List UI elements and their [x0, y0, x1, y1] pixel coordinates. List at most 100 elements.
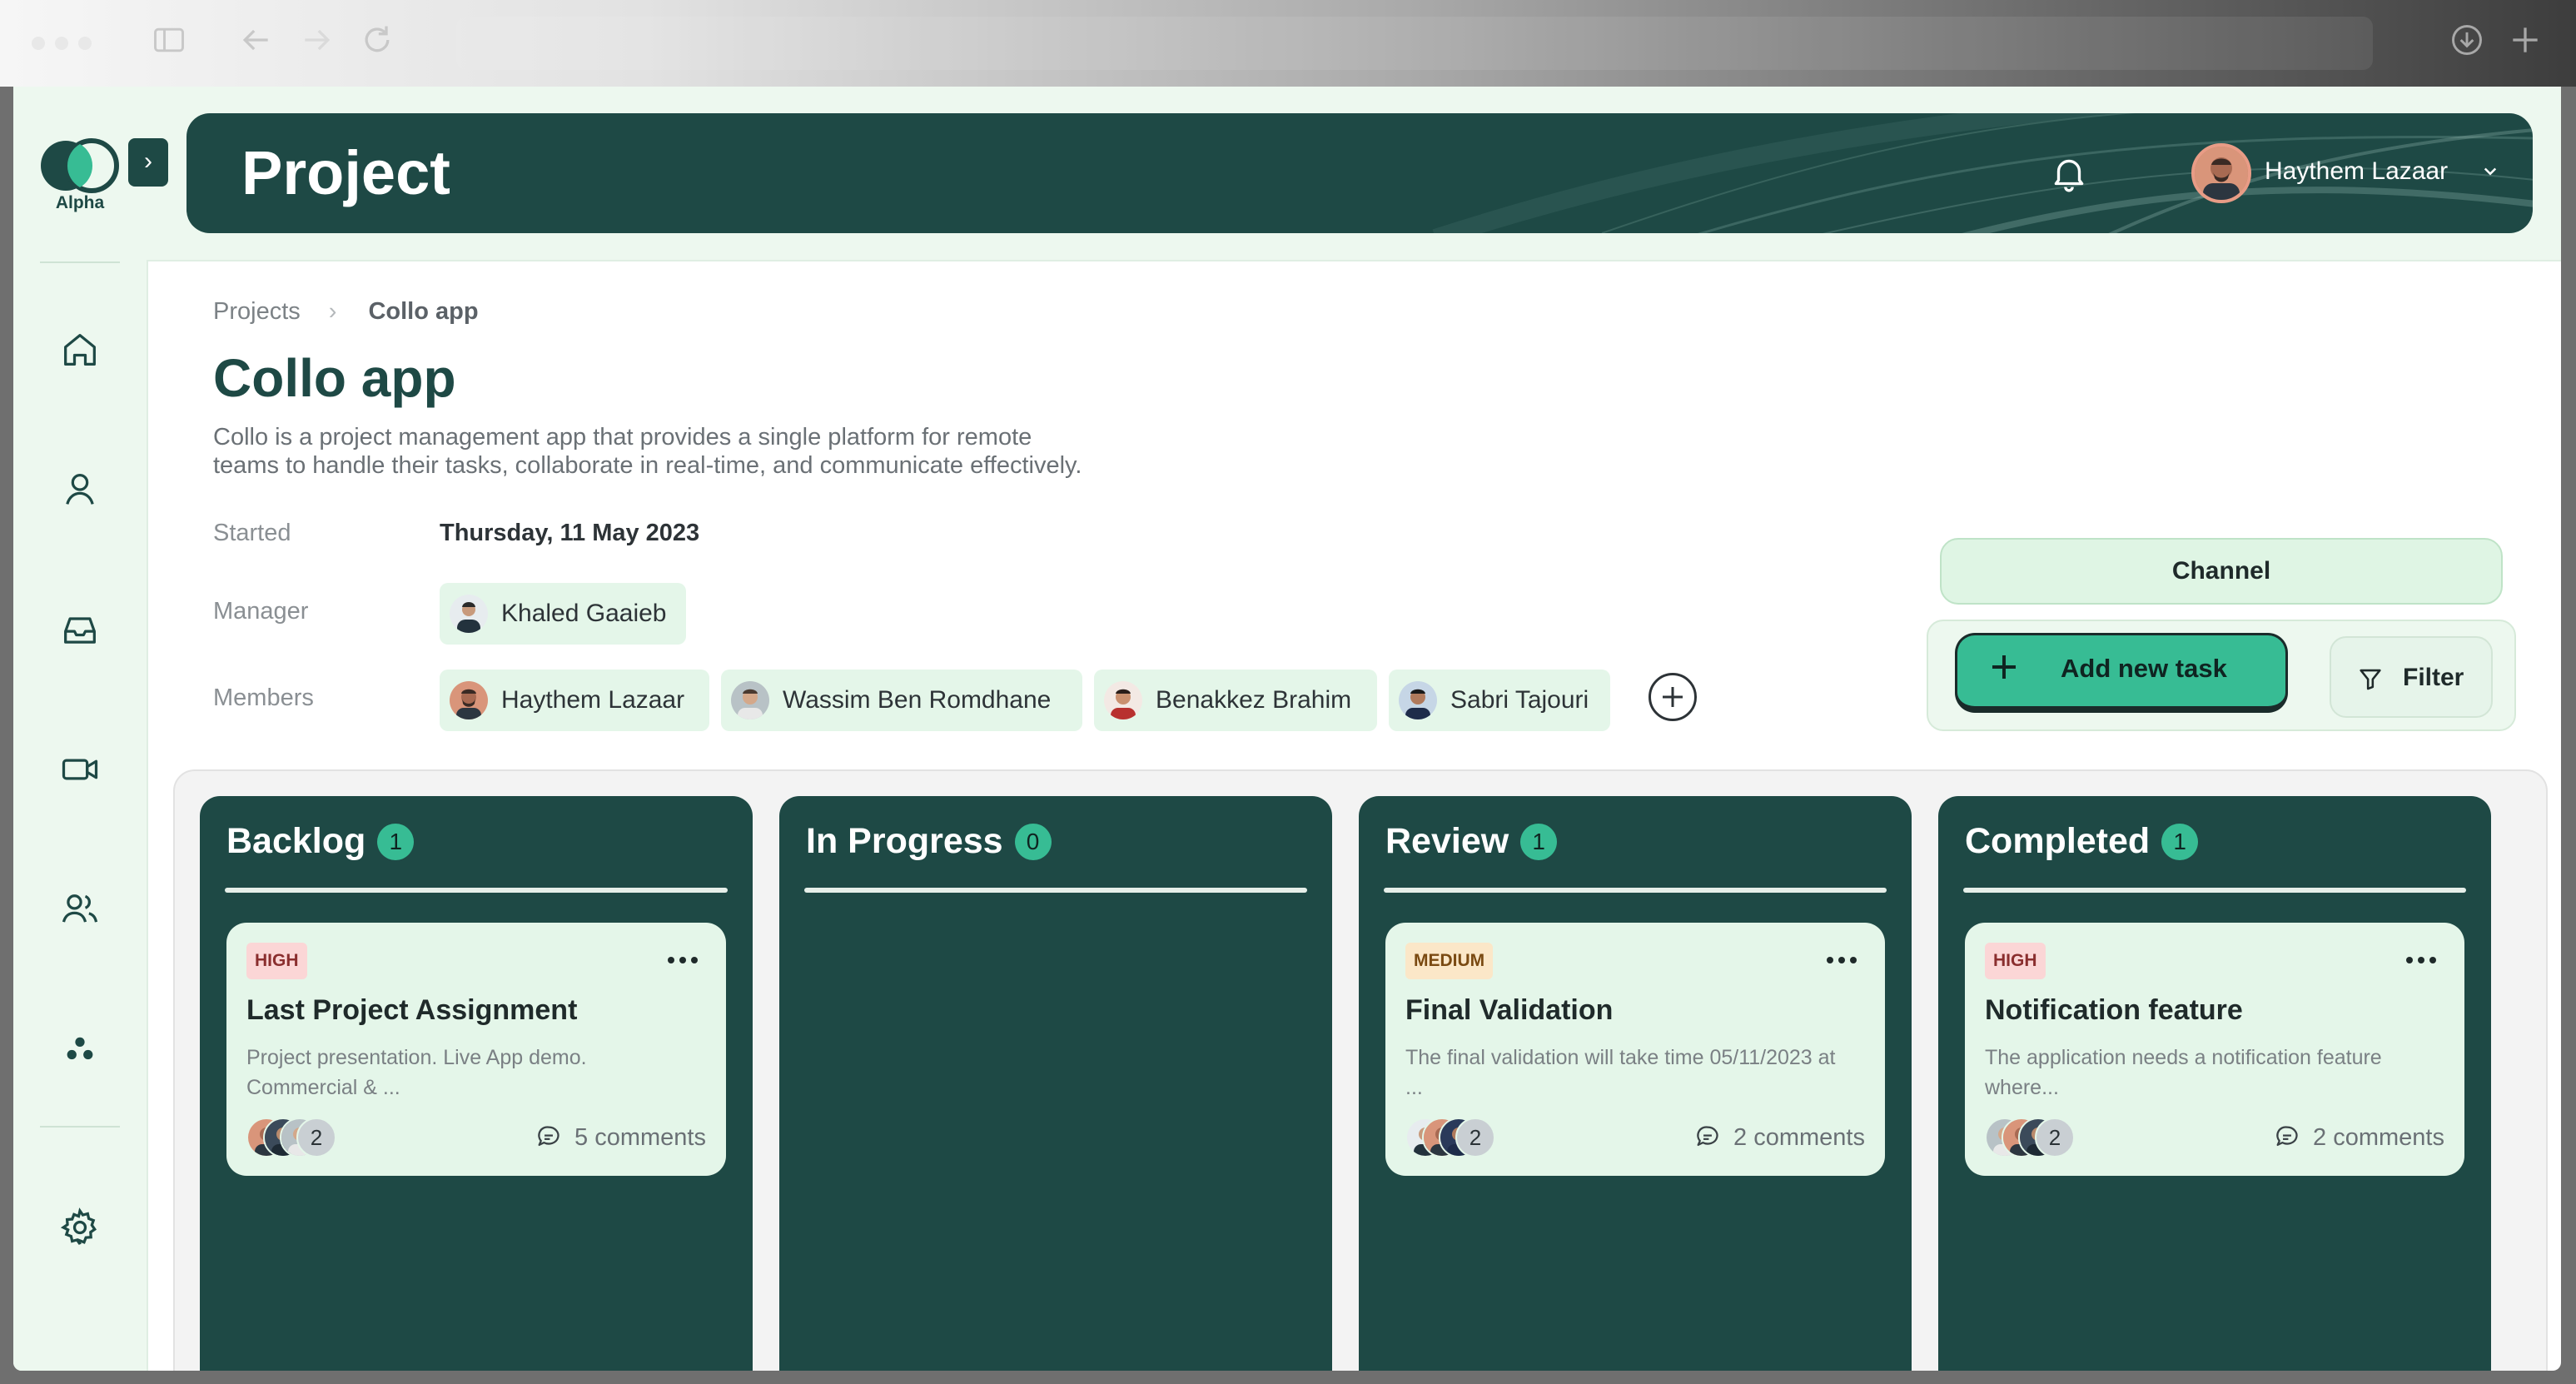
avatar	[450, 595, 488, 633]
comments-count[interactable]: 2 comments	[1693, 1119, 1865, 1156]
member-chip[interactable]: Haythem Lazaar	[440, 670, 709, 731]
add-new-task-label: Add new task	[2061, 654, 2227, 683]
task-description: Project presentation. Live App demo. Com…	[246, 1043, 706, 1103]
logo[interactable]	[38, 138, 122, 193]
avatar	[450, 681, 488, 719]
project-description-line: teams to handle their tasks, collaborate…	[213, 452, 1082, 479]
inbox-icon[interactable]	[58, 608, 102, 651]
avatar	[1399, 681, 1437, 719]
comment-icon	[538, 1126, 559, 1147]
column-completed: Completed 1 HIGH Notification feature The…	[1938, 796, 2491, 1371]
bell-icon[interactable]	[2048, 152, 2090, 195]
sidebar-divider	[40, 261, 120, 263]
channel-button[interactable]: Channel	[1940, 538, 2503, 605]
team-icon[interactable]	[58, 888, 102, 931]
home-icon[interactable]	[58, 328, 102, 371]
sidebar-divider	[40, 1126, 120, 1128]
add-new-task-button[interactable]: Add new task	[1955, 633, 2288, 713]
assignee-avatars[interactable]: 2	[246, 1118, 363, 1157]
task-description-line: where...	[1985, 1076, 2059, 1099]
column-title: Completed 1	[1965, 816, 2199, 866]
filter-button[interactable]: Filter	[2330, 636, 2493, 718]
comments-label: 2 comments	[1733, 1124, 1865, 1151]
column-count-badge: 0	[1014, 824, 1052, 860]
column-divider	[1963, 888, 2466, 893]
comments-count[interactable]: 5 comments	[535, 1119, 706, 1156]
settings-icon[interactable]	[58, 1206, 102, 1249]
more-assignees-count: 2	[296, 1118, 336, 1157]
more-assignees-count: 2	[1455, 1118, 1495, 1157]
project-title: Collo app	[213, 348, 456, 408]
plus-icon	[1992, 655, 2016, 679]
task-card[interactable]: HIGH Notification feature The applicatio…	[1965, 923, 2464, 1176]
more-options-icon[interactable]	[658, 948, 708, 973]
chevron-down-icon[interactable]	[2478, 158, 2503, 183]
column-count-badge: 1	[1520, 824, 1558, 860]
member-name: Wassim Ben Romdhane	[783, 686, 1052, 714]
browser-toolbar	[0, 0, 2576, 87]
column-divider	[1384, 888, 1887, 893]
sidebar: Alpha	[13, 87, 148, 1371]
priority-badge: MEDIUM	[1405, 943, 1494, 979]
window-minimize-dot[interactable]	[55, 37, 68, 50]
app-window: Alpha › Project Haythem Lazaar Projects …	[13, 87, 2561, 1371]
column-divider	[804, 888, 1307, 893]
task-title: Notification feature	[1985, 994, 2243, 1026]
reload-icon[interactable]	[356, 22, 398, 63]
breadcrumb-projects-link[interactable]: Projects	[213, 298, 301, 325]
column-title-text: Completed	[1965, 821, 2151, 861]
priority-badge: HIGH	[1985, 943, 2046, 979]
priority-badge: HIGH	[246, 943, 307, 979]
top-area: Project Haythem Lazaar	[147, 87, 2561, 261]
column-title: Review 1	[1385, 816, 1558, 866]
task-description: The application needs a notification fea…	[1985, 1043, 2444, 1103]
forward-arrow-icon[interactable]	[296, 22, 338, 63]
project-description-line: Collo is a project management app that p…	[213, 424, 1032, 451]
dots-cluster-icon[interactable]	[58, 1028, 102, 1071]
task-description: The final validation will take time 05/1…	[1405, 1043, 1865, 1103]
assignee-avatars[interactable]: 2	[1405, 1118, 1522, 1157]
assignee-avatars[interactable]: 2	[1985, 1118, 2101, 1157]
user-name[interactable]: Haythem Lazaar	[2265, 155, 2448, 188]
members-label: Members	[213, 685, 314, 711]
avatar	[1104, 681, 1142, 719]
task-card[interactable]: HIGH Last Project Assignment Project pre…	[226, 923, 726, 1176]
task-title: Last Project Assignment	[246, 994, 578, 1026]
more-options-icon[interactable]	[2396, 948, 2446, 973]
breadcrumb-current: Collo app	[368, 298, 479, 325]
member-chip[interactable]: Benakkez Brahim	[1094, 670, 1377, 731]
member-chip[interactable]: Sabri Tajouri	[1389, 670, 1610, 731]
column-backlog: Backlog 1 HIGH Last Project Assignment Pr…	[200, 796, 753, 1371]
more-options-icon[interactable]	[1817, 948, 1867, 973]
comments-count[interactable]: 2 comments	[2273, 1119, 2444, 1156]
comments-label: 5 comments	[574, 1124, 706, 1151]
address-bar[interactable]	[456, 17, 2373, 70]
window-close-dot[interactable]	[32, 37, 45, 50]
logo-text: Alpha	[55, 193, 105, 212]
add-member-button[interactable]	[1649, 673, 1697, 721]
user-icon[interactable]	[58, 468, 102, 511]
manager-name: Khaled Gaaieb	[501, 600, 667, 627]
project-description: Collo is a project management app that p…	[213, 423, 1262, 480]
window-zoom-dot[interactable]	[78, 37, 92, 50]
user-avatar[interactable]	[2191, 143, 2251, 203]
breadcrumb-separator: ›	[328, 298, 337, 325]
comment-icon	[1697, 1126, 1718, 1147]
column-title: In Progress 0	[806, 816, 1052, 866]
task-description-line: Commercial & ...	[246, 1076, 400, 1099]
new-tab-icon[interactable]	[2504, 22, 2546, 63]
filter-label: Filter	[2403, 664, 2464, 691]
download-icon[interactable]	[2446, 22, 2488, 63]
sidebar-expand-button[interactable]: ›	[128, 138, 168, 187]
member-chip[interactable]: Wassim Ben Romdhane	[721, 670, 1082, 731]
started-label: Started	[213, 520, 291, 546]
manager-chip[interactable]: Khaled Gaaieb	[440, 583, 686, 645]
main-content: Project Haythem Lazaar Projects › Collo ap…	[147, 87, 2561, 1371]
sidebar-toggle-icon[interactable]	[148, 22, 190, 63]
avatar	[731, 681, 769, 719]
back-arrow-icon[interactable]	[235, 22, 276, 63]
comment-icon	[2276, 1126, 2298, 1147]
column-divider	[225, 888, 728, 893]
task-card[interactable]: MEDIUM Final Validation The final valida…	[1385, 923, 1885, 1176]
video-icon[interactable]	[58, 748, 102, 791]
